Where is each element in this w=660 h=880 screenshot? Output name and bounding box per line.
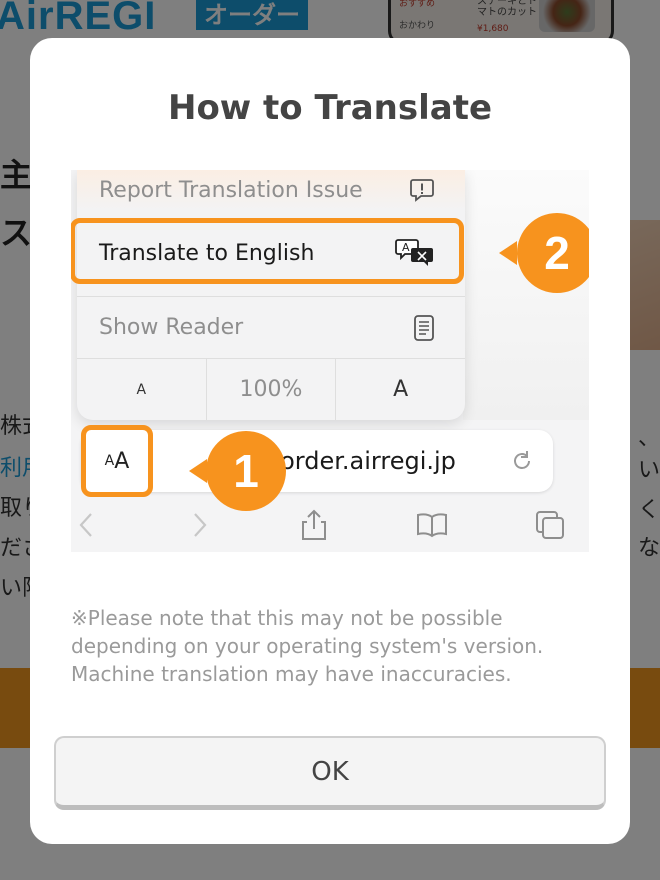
text-size-percent: 100% [205, 358, 336, 420]
reader-icon [414, 314, 434, 341]
translate-dialog: How to Translate Report Translation Issu… [30, 38, 630, 844]
note-line-2: depending on your operating system's ver… [71, 634, 544, 658]
bookmarks-icon [417, 513, 447, 538]
note-line-1: ※Please note that this may not be possib… [71, 606, 503, 630]
page-settings-button: AA [81, 425, 153, 497]
forward-icon [194, 513, 207, 537]
illustration-backdrop [463, 170, 589, 420]
step-2-pointer [499, 241, 517, 265]
menu-item-show-reader: Show Reader [77, 296, 465, 358]
note-line-3: Machine translation may have inaccuracie… [71, 662, 512, 686]
report-issue-label: Report Translation Issue [99, 177, 363, 203]
menu-item-report-issue: Report Translation Issue [77, 170, 465, 210]
disclaimer-note: ※Please note that this may not be possib… [71, 604, 591, 688]
tabs-icon [536, 511, 564, 539]
ok-button[interactable]: OK [54, 736, 606, 810]
step-1-badge: 1 [206, 431, 286, 511]
safari-toolbar [71, 500, 589, 552]
step-1-pointer [189, 459, 207, 483]
aa-small-letter: A [104, 453, 115, 469]
aa-large-letter: A [114, 448, 130, 474]
back-icon [79, 513, 92, 537]
show-reader-label: Show Reader [99, 315, 244, 340]
safari-page-menu: Report Translation Issue Translate to En… [77, 170, 465, 420]
translate-highlight [71, 218, 464, 284]
safari-illustration: Report Translation Issue Translate to En… [71, 170, 589, 552]
exclamation-bubble-icon [410, 179, 434, 202]
reload-icon [514, 451, 530, 469]
step-2-badge: 2 [517, 213, 589, 293]
increase-text-size: A [335, 358, 465, 420]
dialog-title: How to Translate [167, 88, 493, 128]
text-size-controls: A 100% A [77, 358, 465, 420]
share-icon [302, 509, 326, 540]
decrease-text-size: A [136, 381, 147, 398]
